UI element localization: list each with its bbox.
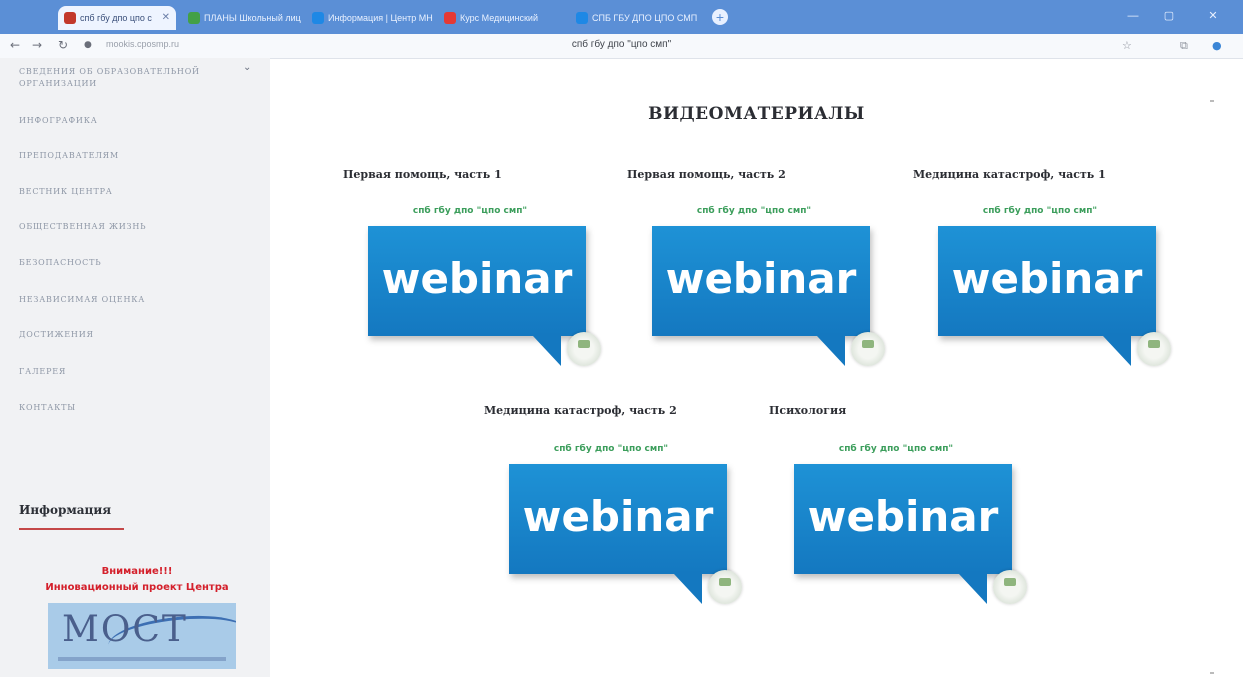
most-logo-text: МОСТ: [62, 609, 188, 650]
video-title[interactable]: Первая помощь, часть 2: [627, 168, 786, 181]
thumbnail-caption: спб гбу дпо "цпо смп": [553, 444, 669, 454]
webinar-bubble: webinar: [794, 464, 1012, 574]
browser-tab-strip: спб гбу дпо цпо с ✕ ПЛАНЫ Школьный лиц И…: [0, 0, 1243, 34]
webinar-bubble: webinar: [509, 464, 727, 574]
webinar-text: webinar: [665, 254, 857, 303]
tab-label: ПЛАНЫ Школьный лиц: [204, 13, 301, 23]
webinar-bubble: webinar: [938, 226, 1156, 336]
chevron-down-icon[interactable]: ⌄: [243, 62, 251, 73]
sidebar-item-teachers[interactable]: ПРЕПОДАВАТЕЛЯМ: [19, 150, 119, 162]
video-card[interactable]: Первая помощь, часть 1 спб гбу дпо "цпо …: [343, 168, 603, 366]
collections-icon[interactable]: ⧉: [1180, 39, 1188, 53]
video-card[interactable]: Медицина катастроф, часть 1 спб гбу дпо …: [913, 168, 1173, 366]
scrollbar-marker[interactable]: [1210, 100, 1214, 102]
webinar-text: webinar: [951, 254, 1143, 303]
seal-icon: [708, 570, 742, 604]
profile-icon[interactable]: ●: [1212, 39, 1222, 52]
video-thumbnail[interactable]: спб гбу дпо "цпо смп" webinar: [933, 206, 1183, 366]
webinar-text: webinar: [522, 492, 714, 541]
video-title[interactable]: Психология: [769, 404, 846, 417]
seal-icon: [993, 570, 1027, 604]
video-thumbnail[interactable]: спб гбу дпо "цпо смп" webinar: [647, 206, 897, 366]
maximize-button[interactable]: ▢: [1162, 10, 1176, 22]
sidebar-item-independent-assessment[interactable]: НЕЗАВИСИМАЯ ОЦЕНКА: [19, 294, 145, 306]
tab-favicon-icon: [312, 12, 324, 24]
tab-spb-gbu[interactable]: спб гбу дпо цпо с ✕: [58, 6, 176, 30]
new-tab-button[interactable]: +: [712, 9, 728, 25]
tab-course[interactable]: Курс Медицинский: [438, 6, 566, 30]
webinar-text: webinar: [381, 254, 573, 303]
sidebar-item-safety[interactable]: БЕЗОПАСНОСТЬ: [19, 257, 101, 269]
address-bar: ← → ↻ ● mookis.cposmp.ru спб гбу дпо "цп…: [0, 34, 1243, 59]
thumbnail-caption: спб гбу дпо "цпо смп": [982, 206, 1098, 216]
sidebar-item-bulletin[interactable]: ВЕСТНИК ЦЕНТРА: [19, 186, 113, 198]
tab-label: Информация | Центр МН: [328, 13, 433, 23]
sidebar-item-social-life[interactable]: ОБЩЕСТВЕННАЯ ЖИЗНЬ: [19, 221, 146, 233]
tab-info[interactable]: Информация | Центр МН: [306, 6, 434, 30]
video-title[interactable]: Первая помощь, часть 1: [343, 168, 502, 181]
tab-spb-smp[interactable]: СПБ ГБУ ДПО ЦПО СМП: [570, 6, 706, 30]
tab-favicon-icon: [188, 12, 200, 24]
most-logo-banner[interactable]: МОСТ: [48, 603, 236, 669]
thumbnail-caption: спб гбу дпо "цпо смп": [412, 206, 528, 216]
sidebar-item-achievements[interactable]: ДОСТИЖЕНИЯ: [19, 329, 94, 341]
video-thumbnail[interactable]: спб гбу дпо "цпо смп" webinar: [504, 444, 754, 604]
bubble-tail: [533, 336, 561, 366]
star-icon[interactable]: ☆: [1122, 39, 1132, 52]
tab-plans[interactable]: ПЛАНЫ Школьный лиц: [182, 6, 302, 30]
video-thumbnail[interactable]: спб гбу дпо "цпо смп" webinar: [789, 444, 1039, 604]
video-title[interactable]: Медицина катастроф, часть 1: [913, 168, 1106, 181]
webinar-bubble: webinar: [652, 226, 870, 336]
notice-project: Инновационный проект Центра: [45, 582, 229, 593]
info-heading-underline: [19, 528, 124, 530]
sidebar-item-gallery[interactable]: ГАЛЕРЕЯ: [19, 366, 66, 378]
minimize-button[interactable]: —: [1126, 10, 1140, 22]
sidebar: СВЕДЕНИЯ ОБ ОБРАЗОВАТЕЛЬНОЙ ОРГАНИЗАЦИИ …: [0, 58, 270, 677]
webinar-bubble: webinar: [368, 226, 586, 336]
tab-favicon-icon: [444, 12, 456, 24]
bubble-tail: [959, 574, 987, 604]
video-card[interactable]: Медицина катастроф, часть 2 спб гбу дпо …: [484, 404, 744, 604]
tab-label: СПБ ГБУ ДПО ЦПО СМП: [592, 13, 698, 23]
sidebar-item-infographics[interactable]: ИНФОГРАФИКА: [19, 115, 98, 127]
section-title: ВИДЕОМАТЕРИАЛЫ: [648, 104, 865, 124]
tab-label: спб гбу дпо цпо с: [80, 13, 152, 23]
sidebar-item-contacts[interactable]: КОНТАКТЫ: [19, 402, 76, 414]
notice-attention: Внимание!!!: [101, 566, 173, 577]
tab-favicon-icon: [64, 12, 76, 24]
bubble-tail: [1103, 336, 1131, 366]
seal-icon: [851, 332, 885, 366]
logo-subline: [58, 657, 226, 661]
scrollbar-marker[interactable]: [1210, 672, 1214, 674]
seal-icon: [567, 332, 601, 366]
info-heading: Информация: [19, 503, 112, 517]
sidebar-item-education-org[interactable]: СВЕДЕНИЯ ОБ ОБРАЗОВАТЕЛЬНОЙ ОРГАНИЗАЦИИ: [19, 66, 219, 90]
seal-icon: [1137, 332, 1171, 366]
video-title[interactable]: Медицина катастроф, часть 2: [484, 404, 677, 417]
close-icon[interactable]: ✕: [162, 6, 170, 30]
tab-favicon-icon: [576, 12, 588, 24]
webinar-text: webinar: [807, 492, 999, 541]
page-title: спб гбу дпо "цпо смп": [571, 39, 672, 50]
video-card[interactable]: Психология спб гбу дпо "цпо смп" webinar: [769, 404, 1029, 604]
thumbnail-caption: спб гбу дпо "цпо смп": [838, 444, 954, 454]
video-thumbnail[interactable]: спб гбу дпо "цпо смп" webinar: [363, 206, 613, 366]
close-window-button[interactable]: ✕: [1206, 10, 1220, 22]
bubble-tail: [817, 336, 845, 366]
bubble-tail: [674, 574, 702, 604]
thumbnail-caption: спб гбу дпо "цпо смп": [696, 206, 812, 216]
video-card[interactable]: Первая помощь, часть 2 спб гбу дпо "цпо …: [627, 168, 887, 366]
tab-label: Курс Медицинский: [460, 13, 538, 23]
